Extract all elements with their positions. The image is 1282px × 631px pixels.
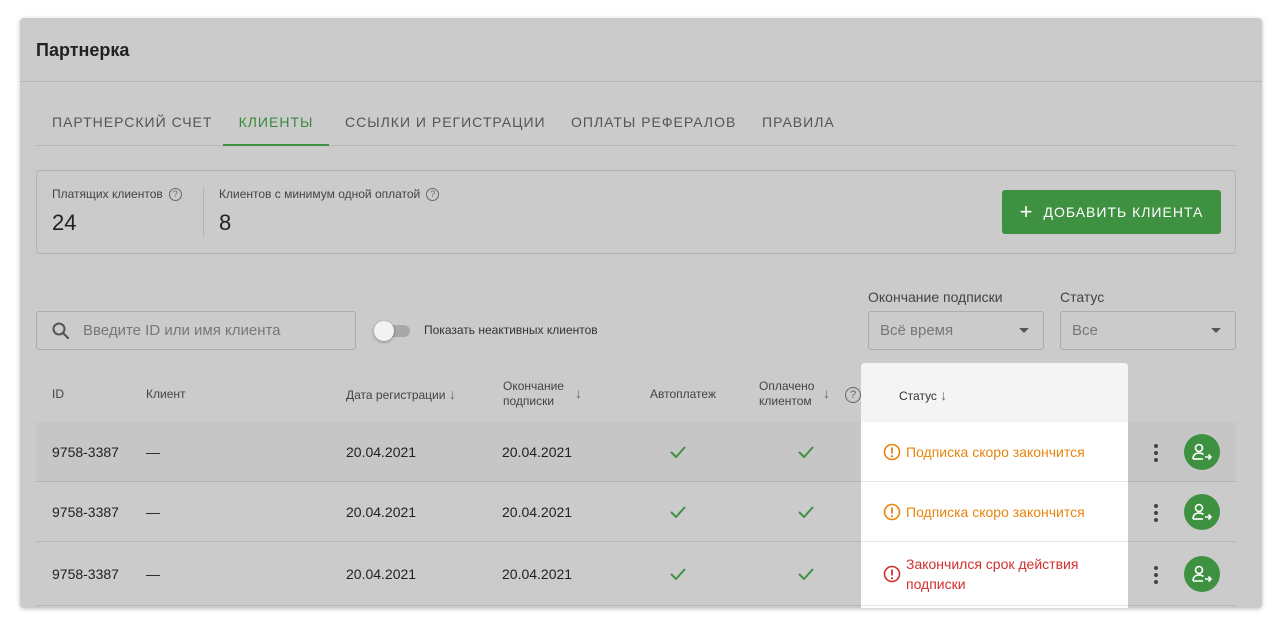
- cell-sub-end: 20.04.2021: [502, 504, 573, 520]
- tab-rules[interactable]: ПРАВИЛА: [762, 106, 835, 146]
- status-text: Подписка скоро закончится: [906, 504, 1085, 520]
- status-column-highlight: Статус ↓ Подписка скоро закончится Подпи…: [861, 363, 1128, 608]
- toggle-label: Показать неактивных клиентов: [424, 323, 598, 337]
- header-autopay: Автоплатеж: [650, 387, 716, 401]
- header-paid[interactable]: Оплачено клиентом ↓ ?: [759, 379, 861, 409]
- stats-panel: Платящих клиентов ? 24 Клиентов с миниму…: [36, 170, 1236, 254]
- client-login-button[interactable]: [1184, 494, 1220, 530]
- subscription-end-label: Окончание подписки: [868, 289, 1003, 305]
- header-id: ID: [52, 387, 64, 401]
- error-icon: [883, 565, 901, 583]
- check-icon: [798, 446, 814, 458]
- help-icon[interactable]: ?: [426, 187, 440, 201]
- check-icon: [798, 568, 814, 580]
- toggle-knob: [374, 321, 394, 341]
- status-text: Закончился срок действия подписки: [906, 556, 1079, 592]
- status-cell: Подписка скоро закончится: [861, 482, 1128, 542]
- plus-icon: +: [1019, 199, 1034, 224]
- user-arrow-icon: [1192, 503, 1212, 521]
- help-icon[interactable]: ?: [845, 387, 861, 403]
- search-icon: [52, 322, 70, 339]
- client-login-button[interactable]: [1184, 556, 1220, 592]
- check-icon: [670, 446, 686, 458]
- help-icon[interactable]: ?: [168, 187, 182, 201]
- more-menu-icon[interactable]: [1154, 444, 1158, 462]
- warning-icon: [883, 503, 901, 521]
- caret-down-icon: [1211, 328, 1221, 333]
- status-cell: Подписка скоро закончится: [861, 422, 1128, 482]
- cell-client: —: [146, 444, 160, 460]
- header-client: Клиент: [146, 387, 186, 401]
- caret-down-icon: [1019, 328, 1029, 333]
- check-icon: [670, 506, 686, 518]
- user-arrow-icon: [1192, 565, 1212, 583]
- header-status[interactable]: Статус ↓: [861, 363, 1128, 422]
- status-text: Подписка скоро закончится: [906, 444, 1085, 460]
- sort-down-icon: ↓: [940, 387, 948, 403]
- sort-down-icon: ↓: [575, 385, 582, 401]
- cell-reg-date: 20.04.2021: [346, 566, 417, 582]
- stat-one-payment-value: 8: [219, 210, 232, 235]
- tab-referral-payments[interactable]: ОПЛАТЫ РЕФЕРАЛОВ: [571, 106, 736, 146]
- sort-down-icon: ↓: [448, 386, 456, 402]
- warning-icon: [883, 443, 901, 461]
- more-menu-icon[interactable]: [1154, 504, 1158, 522]
- status-filter-label: Статус: [1060, 289, 1105, 305]
- stat-paying-value: 24: [52, 210, 77, 235]
- title-bar: Партнерка: [20, 18, 1262, 82]
- add-client-button[interactable]: + ДОБАВИТЬ КЛИЕНТА: [1002, 190, 1221, 234]
- stat-paying-label: Платящих клиентов ?: [52, 187, 182, 201]
- cell-client: —: [146, 566, 160, 582]
- stat-one-payment-label: Клиентов с минимум одной оплатой ?: [219, 187, 440, 201]
- check-icon: [798, 506, 814, 518]
- stats-divider: [203, 187, 204, 237]
- check-icon: [670, 568, 686, 580]
- tab-links-registrations[interactable]: ССЫЛКИ И РЕГИСТРАЦИИ: [345, 106, 546, 146]
- cell-reg-date: 20.04.2021: [346, 504, 417, 520]
- cell-id: 9758-3387: [52, 504, 119, 520]
- header-reg-date[interactable]: Дата регистрации ↓: [346, 387, 456, 403]
- status-cell: Закончился срок действия подписки: [861, 542, 1128, 606]
- cell-client: —: [146, 504, 160, 520]
- cell-reg-date: 20.04.2021: [346, 444, 417, 460]
- more-menu-icon[interactable]: [1154, 566, 1158, 584]
- search-input[interactable]: [83, 322, 343, 339]
- subscription-end-select[interactable]: Всё время: [868, 311, 1044, 350]
- tab-clients[interactable]: КЛИЕНТЫ: [223, 106, 329, 146]
- header-sub-end[interactable]: Окончание подписки ↓: [503, 379, 582, 409]
- inactive-toggle[interactable]: [374, 320, 410, 341]
- cell-sub-end: 20.04.2021: [502, 566, 573, 582]
- status-select[interactable]: Все: [1060, 311, 1236, 350]
- user-arrow-icon: [1192, 443, 1212, 461]
- tab-partner-account[interactable]: ПАРТНЕРСКИЙ СЧЕТ: [52, 106, 212, 146]
- client-login-button[interactable]: [1184, 434, 1220, 470]
- cell-sub-end: 20.04.2021: [502, 444, 573, 460]
- page-title: Партнерка: [36, 40, 130, 60]
- tabs: ПАРТНЕРСКИЙ СЧЕТ КЛИЕНТЫ ССЫЛКИ И РЕГИСТ…: [36, 106, 1236, 146]
- cell-id: 9758-3387: [52, 566, 119, 582]
- cell-id: 9758-3387: [52, 444, 119, 460]
- sort-down-icon: ↓: [823, 385, 830, 401]
- search-box[interactable]: [36, 311, 356, 350]
